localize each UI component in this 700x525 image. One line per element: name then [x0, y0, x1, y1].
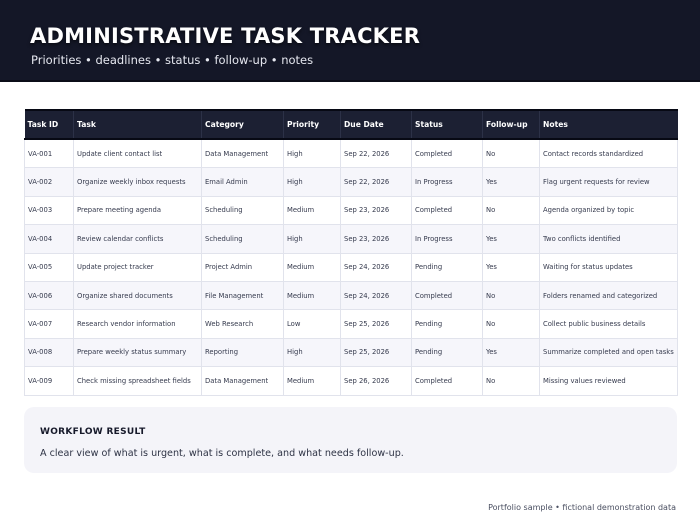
workflow-result-text: A clear view of what is urgent, what is … [40, 448, 404, 459]
cell-status: Pending [411, 309, 483, 339]
cell-notes: Contact records standardized [539, 139, 678, 169]
cell-priority: High [283, 167, 341, 197]
cell-task-id: VA-005 [24, 253, 74, 282]
table-row[interactable]: VA-002 Organize weekly inbox requests Em… [24, 167, 678, 197]
cell-due-date: Sep 23, 2026 [340, 224, 412, 254]
table-row[interactable]: VA-004 Review calendar conflicts Schedul… [24, 224, 678, 254]
footer-note: Portfolio sample • fictional demonstrati… [488, 503, 676, 512]
cell-category: File Management [201, 281, 284, 311]
cell-follow-up: Yes [482, 224, 540, 254]
cell-priority: Low [283, 309, 341, 339]
cell-status: Completed [411, 366, 483, 396]
table-row[interactable]: VA-007 Research vendor information Web R… [24, 309, 678, 339]
workflow-result-heading: WORKFLOW RESULT [40, 427, 146, 437]
table-row[interactable]: VA-003 Prepare meeting agenda Scheduling… [24, 196, 678, 226]
cell-due-date: Sep 25, 2026 [340, 338, 412, 368]
cell-category: Project Admin [201, 253, 284, 282]
cell-status: Completed [411, 196, 483, 226]
table-row[interactable]: VA-005 Update project tracker Project Ad… [24, 253, 678, 282]
cell-task: Organize shared documents [73, 281, 202, 311]
cell-priority: High [283, 139, 341, 169]
cell-task: Research vendor information [73, 309, 202, 339]
table-row[interactable]: VA-006 Organize shared documents File Ma… [24, 281, 678, 311]
table-row[interactable]: VA-008 Prepare weekly status summary Rep… [24, 338, 678, 368]
cell-follow-up: No [482, 309, 540, 339]
cell-task: Organize weekly inbox requests [73, 167, 202, 197]
cell-due-date: Sep 26, 2026 [340, 366, 412, 396]
cell-notes: Waiting for status updates [539, 253, 678, 282]
cell-priority: Medium [283, 281, 341, 311]
cell-due-date: Sep 25, 2026 [340, 309, 412, 339]
cell-notes: Collect public business details [539, 309, 678, 339]
cell-due-date: Sep 24, 2026 [340, 281, 412, 311]
task-table-container: Task ID Task Category Priority Due Date … [24, 109, 678, 396]
cell-status: Completed [411, 281, 483, 311]
cell-notes: Folders renamed and categorized [539, 281, 678, 311]
cell-category: Scheduling [201, 196, 284, 226]
cell-task: Review calendar conflicts [73, 224, 202, 254]
cell-follow-up: Yes [482, 167, 540, 197]
cell-category: Email Admin [201, 167, 284, 197]
cell-status: In Progress [411, 224, 483, 254]
cell-task-id: VA-007 [24, 309, 74, 339]
cell-notes: Two conflicts identified [539, 224, 678, 254]
cell-task: Prepare weekly status summary [73, 338, 202, 368]
cell-notes: Missing values reviewed [539, 366, 678, 396]
page-title: ADMINISTRATIVE TASK TRACKER [30, 24, 421, 48]
table-row[interactable]: VA-001 Update client contact list Data M… [24, 139, 678, 169]
cell-follow-up: Yes [482, 253, 540, 282]
cell-due-date: Sep 22, 2026 [340, 167, 412, 197]
cell-due-date: Sep 23, 2026 [340, 196, 412, 226]
cell-category: Web Research [201, 309, 284, 339]
column-header-status[interactable]: Status [411, 109, 483, 140]
column-header-priority[interactable]: Priority [283, 109, 341, 140]
column-header-due-date[interactable]: Due Date [340, 109, 412, 140]
cell-task: Update client contact list [73, 139, 202, 169]
workflow-result-card: WORKFLOW RESULT A clear view of what is … [24, 407, 677, 473]
cell-task: Update project tracker [73, 253, 202, 282]
cell-task-id: VA-004 [24, 224, 74, 254]
cell-due-date: Sep 22, 2026 [340, 139, 412, 169]
cell-follow-up: No [482, 196, 540, 226]
cell-priority: Medium [283, 253, 341, 282]
cell-notes: Agenda organized by topic [539, 196, 678, 226]
column-header-follow-up[interactable]: Follow-up [482, 109, 540, 140]
column-header-task-id[interactable]: Task ID [24, 109, 74, 140]
cell-status: Completed [411, 139, 483, 169]
cell-task: Check missing spreadsheet fields [73, 366, 202, 396]
cell-task-id: VA-008 [24, 338, 74, 368]
cell-notes: Summarize completed and open tasks [539, 338, 678, 368]
cell-category: Scheduling [201, 224, 284, 254]
cell-task-id: VA-001 [24, 139, 74, 169]
table-header-row: Task ID Task Category Priority Due Date … [24, 109, 678, 140]
task-table: Task ID Task Category Priority Due Date … [24, 109, 678, 396]
cell-status: Pending [411, 253, 483, 282]
column-header-category[interactable]: Category [201, 109, 284, 140]
cell-priority: Medium [283, 196, 341, 226]
cell-task-id: VA-006 [24, 281, 74, 311]
page-subtitle: Priorities • deadlines • status • follow… [31, 53, 314, 67]
page-header: ADMINISTRATIVE TASK TRACKER Priorities •… [0, 0, 700, 82]
cell-status: In Progress [411, 167, 483, 197]
cell-priority: High [283, 224, 341, 254]
cell-status: Pending [411, 338, 483, 368]
cell-category: Data Management [201, 139, 284, 169]
table-row[interactable]: VA-009 Check missing spreadsheet fields … [24, 366, 678, 396]
cell-follow-up: Yes [482, 338, 540, 368]
cell-task-id: VA-002 [24, 167, 74, 197]
cell-priority: High [283, 338, 341, 368]
cell-follow-up: No [482, 139, 540, 169]
cell-task-id: VA-003 [24, 196, 74, 226]
column-header-task[interactable]: Task [73, 109, 202, 140]
cell-category: Data Management [201, 366, 284, 396]
cell-notes: Flag urgent requests for review [539, 167, 678, 197]
cell-follow-up: No [482, 281, 540, 311]
cell-priority: Medium [283, 366, 341, 396]
cell-due-date: Sep 24, 2026 [340, 253, 412, 282]
column-header-notes[interactable]: Notes [539, 109, 678, 140]
cell-task: Prepare meeting agenda [73, 196, 202, 226]
cell-follow-up: No [482, 366, 540, 396]
cell-task-id: VA-009 [24, 366, 74, 396]
cell-category: Reporting [201, 338, 284, 368]
